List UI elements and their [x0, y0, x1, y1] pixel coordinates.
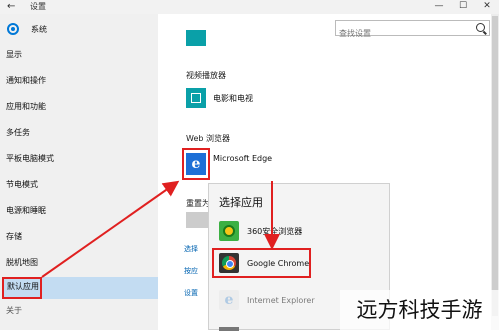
search-icon[interactable] — [476, 23, 485, 32]
browser-app-name[interactable]: Microsoft Edge — [213, 154, 272, 163]
sidebar-item-battery-saver[interactable]: 节电模式 — [0, 174, 158, 200]
sidebar-item-notifications[interactable]: 通知和操作 — [0, 70, 158, 96]
scrollbar-thumb[interactable] — [492, 16, 498, 316]
sidebar-nav: 显示 通知和操作 应用和功能 多任务 平板电脑模式 节电模式 电源和睡眠 存储 … — [0, 44, 158, 278]
title-bar: ← 设置 — ☐ ✕ — [0, 0, 499, 14]
scrollbar[interactable] — [491, 14, 499, 330]
sidebar-item-offline-maps[interactable]: 脱机地图 — [0, 252, 158, 278]
sidebar-item-storage[interactable]: 存储 — [0, 226, 158, 252]
sidebar-item-power-sleep[interactable]: 电源和睡眠 — [0, 200, 158, 226]
choose-default-by-file-type-link[interactable]: 选择 — [184, 244, 198, 254]
system-header: 系统 — [7, 22, 47, 36]
set-defaults-by-app-link[interactable]: 设置 — [184, 288, 198, 298]
system-title: 系统 — [31, 24, 47, 34]
video-app-name[interactable]: 电影和电视 — [213, 93, 253, 104]
default-browser-highlight[interactable]: e — [182, 148, 210, 180]
popup-item-internet-explorer[interactable]: e Internet Explorer — [219, 288, 315, 312]
popup-item-google-chrome[interactable]: Google Chrome — [219, 251, 309, 275]
edge-icon: e — [186, 153, 206, 175]
360-browser-icon — [219, 221, 239, 241]
popup-title: 选择应用 — [219, 196, 263, 209]
reset-label: 重置为 — [186, 199, 210, 208]
internet-explorer-icon: e — [219, 290, 239, 310]
store-icon[interactable] — [219, 327, 239, 331]
sidebar-item-default-apps[interactable]: 默认应用 — [2, 277, 42, 299]
reset-button[interactable] — [186, 212, 208, 228]
close-button[interactable]: ✕ — [475, 0, 499, 14]
popup-item-label: 360安全浏览器 — [247, 226, 303, 236]
movies-tv-icon[interactable] — [186, 88, 206, 108]
active-item-background — [40, 277, 158, 299]
video-player-heading: 视频播放器 — [186, 71, 226, 80]
popup-item-360-browser[interactable]: 360安全浏览器 — [219, 219, 302, 243]
sidebar-item-apps-features[interactable]: 应用和功能 — [0, 96, 158, 122]
chrome-icon — [219, 253, 239, 273]
search-input[interactable] — [336, 26, 469, 41]
window-title: 设置 — [30, 2, 46, 11]
sidebar-item-about[interactable]: 关于 — [6, 305, 22, 316]
app-tile-icon[interactable] — [186, 30, 206, 46]
maximize-button[interactable]: ☐ — [451, 0, 475, 14]
sidebar-item-multitasking[interactable]: 多任务 — [0, 122, 158, 148]
choose-default-by-protocol-link[interactable]: 按应 — [184, 266, 198, 276]
sidebar-item-tablet-mode[interactable]: 平板电脑模式 — [0, 148, 158, 174]
popup-item-label: Internet Explorer — [247, 295, 315, 305]
window-controls: — ☐ ✕ — [427, 0, 499, 14]
minimize-button[interactable]: — — [427, 0, 451, 14]
web-browser-heading: Web 浏览器 — [186, 134, 230, 143]
watermark-text: 远方科技手游 — [340, 290, 499, 330]
gear-icon — [7, 23, 19, 35]
search-box[interactable] — [335, 20, 490, 41]
back-arrow-icon[interactable]: ← — [7, 0, 15, 13]
sidebar-item-display[interactable]: 显示 — [0, 44, 158, 70]
popup-item-label: Google Chrome — [247, 258, 310, 268]
